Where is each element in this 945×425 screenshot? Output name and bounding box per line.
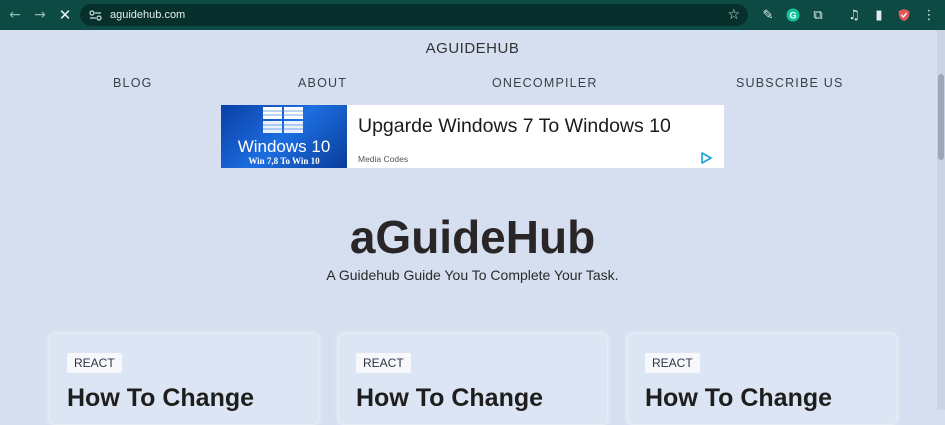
post-title[interactable]: How To Change [356, 384, 543, 413]
post-card[interactable]: REACT How To Change [627, 333, 897, 425]
ad-image-subtitle: Win 7,8 To Win 10 [248, 156, 320, 166]
extensions-puzzle-icon[interactable]: ⧉ [809, 6, 827, 24]
browser-toolbar: ← → ✕ aguidehub.com ☆ ✎ G ⧉ ♫ ▮ ⋮ [0, 0, 945, 30]
hero-subtitle: A Guidehub Guide You To Complete Your Ta… [326, 267, 619, 283]
hero-title: aGuideHub [349, 211, 596, 263]
profile-shield-icon[interactable] [895, 6, 913, 24]
media-controls-icon[interactable]: ♫ [845, 6, 863, 24]
ad-image-title: Windows 10 [237, 137, 331, 156]
category-tag[interactable]: REACT [645, 353, 700, 373]
nav-link-onecompiler[interactable]: ONECOMPILER [492, 76, 598, 90]
bookmark-star-icon[interactable]: ☆ [727, 7, 740, 23]
nav-link-subscribe-us[interactable]: SUBSCRIBE US [736, 76, 843, 90]
back-icon[interactable]: ← [4, 4, 26, 26]
ad-headline[interactable]: Upgarde Windows 7 To Windows 10 [358, 115, 671, 138]
scrollbar-thumb[interactable] [938, 74, 944, 160]
adchoices-play-icon[interactable] [700, 152, 712, 164]
category-tag[interactable]: REACT [356, 353, 411, 373]
stop-loading-icon[interactable]: ✕ [54, 4, 76, 26]
url-text[interactable]: aguidehub.com [110, 9, 185, 21]
nav-link-about[interactable]: ABOUT [298, 76, 347, 90]
nav-link-blog[interactable]: BLOG [113, 76, 153, 90]
forward-icon[interactable]: → [29, 4, 51, 26]
svg-text:G: G [789, 11, 796, 21]
post-card[interactable]: REACT How To Change [49, 333, 319, 425]
grammarly-icon[interactable]: G [784, 6, 802, 24]
site-info-icon[interactable] [88, 8, 102, 22]
post-title[interactable]: How To Change [67, 384, 254, 413]
site-title[interactable]: AGUIDEHUB [0, 40, 945, 57]
windows-logo-icon [263, 107, 303, 133]
address-bar[interactable]: aguidehub.com ☆ [80, 4, 748, 26]
post-card[interactable]: REACT How To Change [338, 333, 608, 425]
eyedropper-icon[interactable]: ✎ [759, 6, 777, 24]
advertisement-banner[interactable]: Windows 10 Win 7,8 To Win 10 Upgarde Win… [221, 105, 724, 168]
menu-kebab-icon[interactable]: ⋮ [920, 6, 938, 24]
post-title[interactable]: How To Change [645, 384, 832, 413]
ad-source[interactable]: Media Codes [358, 154, 408, 164]
ad-image[interactable]: Windows 10 Win 7,8 To Win 10 [221, 105, 347, 168]
category-tag[interactable]: REACT [67, 353, 122, 373]
side-panel-icon[interactable]: ▮ [870, 6, 888, 24]
